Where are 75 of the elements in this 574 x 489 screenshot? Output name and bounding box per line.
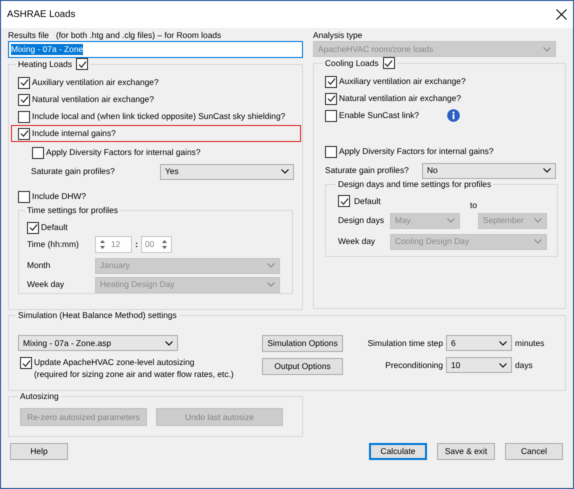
checkbox-label: Natural ventilation air exchange?	[339, 93, 461, 104]
checkbox[interactable]	[18, 110, 30, 122]
time-separator: :	[134, 239, 139, 250]
checkbox-label: Include internal gains?	[32, 128, 116, 139]
field-label: Month	[27, 260, 52, 271]
field-label: Design days	[338, 215, 386, 226]
info-icon[interactable]	[447, 109, 460, 122]
field-label: Time (hh:mm)	[27, 239, 80, 250]
checkbox-label: Auxiliary ventilation air exchange?	[32, 77, 159, 88]
unit-label: days	[515, 360, 534, 370]
field-label: Saturate gain profiles?	[31, 166, 116, 177]
chevron-icon	[267, 263, 275, 268]
dialog-button[interactable]: Help	[10, 443, 68, 460]
checkbox[interactable]	[27, 222, 39, 234]
field-label: Week day	[27, 279, 66, 290]
checkbox[interactable]	[32, 146, 44, 158]
chevron-icon	[281, 169, 289, 174]
checkbox[interactable]	[20, 357, 32, 369]
dropdown[interactable]: Mixing - 07a - Zone.asp	[18, 335, 178, 351]
chevron-icon	[267, 282, 275, 287]
chevron-icon	[499, 362, 507, 368]
checkbox[interactable]	[338, 195, 350, 207]
checkbox-label: Default	[41, 222, 68, 233]
unit-label: minutes	[515, 338, 544, 348]
field-label: Saturate gain profiles?	[325, 165, 410, 176]
chevron-icon	[447, 218, 455, 223]
chevron-icon	[543, 168, 551, 173]
dialog-button[interactable]: Calculate	[369, 443, 427, 460]
dropdown[interactable]: Yes	[160, 164, 294, 180]
dialog-button[interactable]: Cancel	[505, 443, 563, 460]
checkbox[interactable]	[18, 190, 30, 202]
group-title: Heating Loads	[18, 58, 72, 70]
group-title: Autosizing	[20, 391, 59, 402]
checkbox-label: Apply Diversity Factors for internal gains?	[46, 147, 201, 158]
dialog-button[interactable]: Save & exit	[437, 443, 495, 460]
checkbox-label: Enable SunCast link?	[339, 110, 420, 121]
checkbox[interactable]	[325, 76, 337, 88]
checkbox[interactable]	[382, 57, 395, 69]
checkbox-label: Natural ventilation air exchange?	[32, 94, 154, 105]
group-title: Design days and time settings for profiles	[338, 179, 492, 190]
close-icon[interactable]	[556, 9, 567, 20]
field-label: Week day	[338, 236, 376, 247]
checkbox-label: Auxiliary ventilation air exchange?	[339, 76, 466, 87]
dropdown[interactable]: 6	[446, 335, 512, 351]
checkbox[interactable]	[325, 146, 337, 158]
text-field[interactable]: Mixing - 07a - Zone	[8, 41, 303, 58]
options-button[interactable]: Output Options	[262, 358, 343, 375]
options-button[interactable]: Simulation Options	[262, 335, 343, 352]
checkbox[interactable]	[325, 110, 337, 122]
group-title: Simulation (Heat Balance Method) settings	[18, 310, 177, 321]
field-label: Preconditioning	[384, 360, 443, 370]
field-label: Results file (for both .htg and .clg files) – for Room loads	[8, 29, 222, 41]
chevron-icon	[534, 239, 542, 244]
chevron-icon	[165, 340, 173, 346]
checkbox-label: Apply Diversity Factors for internal gains?	[339, 146, 494, 157]
range-label: to	[470, 200, 478, 210]
checkbox[interactable]	[18, 128, 30, 140]
checkbox[interactable]	[18, 76, 30, 88]
checkbox-label: Update ApacheHVAC zone-level autosizing (required for sizing zone air and water flow rates, etc.)	[34, 356, 234, 380]
field-label: Analysis type	[313, 29, 364, 41]
group-title: Cooling Loads	[325, 58, 379, 68]
checkbox[interactable]	[18, 94, 30, 106]
window-title: ASHRAE Loads	[7, 8, 76, 20]
chevron-icon	[543, 46, 551, 52]
chevron-icon	[534, 218, 542, 223]
dropdown[interactable]: 10	[446, 357, 512, 373]
checkbox[interactable]	[325, 92, 337, 104]
checkbox-label: Default	[354, 196, 381, 206]
checkbox-label: Include local and (when link ticked opposite) SunCast sky shielding?	[32, 111, 286, 122]
checkbox[interactable]	[76, 58, 88, 70]
group-title: Time settings for profiles	[27, 205, 118, 216]
checkbox-label: Include DHW?	[32, 191, 86, 202]
dropdown[interactable]: No	[422, 162, 556, 178]
field-label: Simulation time step	[366, 338, 443, 348]
chevron-icon	[499, 340, 507, 346]
